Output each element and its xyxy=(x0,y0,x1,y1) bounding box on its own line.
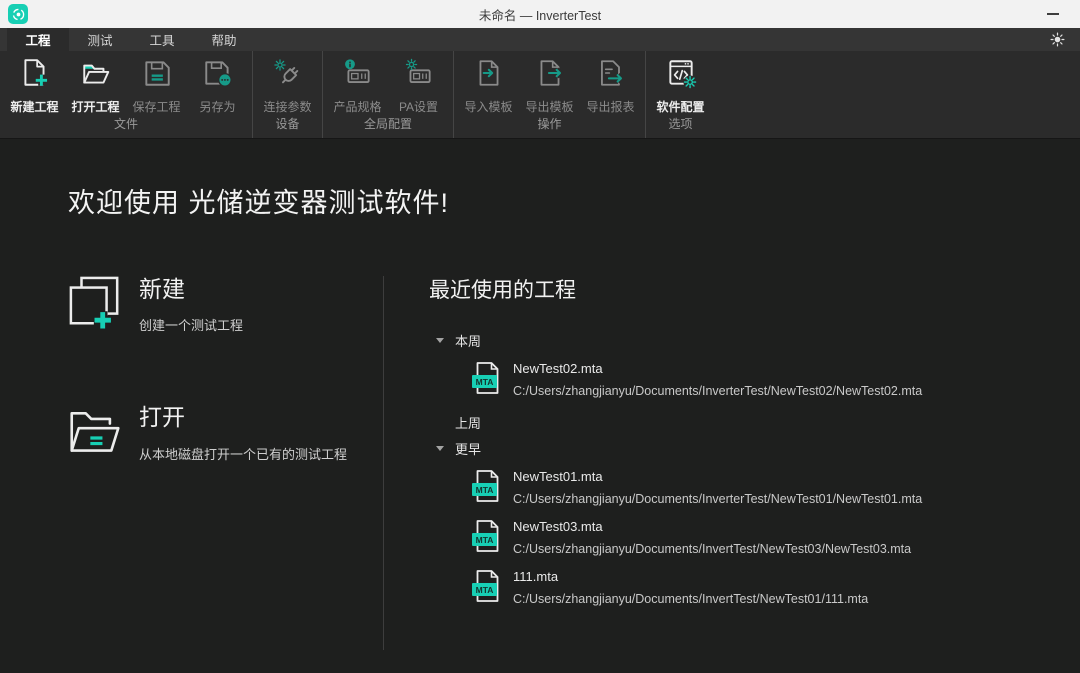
recent-file-path: C:/Users/zhangjianyu/Documents/InverterT… xyxy=(513,384,922,398)
ribbon-group-label-device: 设备 xyxy=(257,115,318,138)
recent-file-path: C:/Users/zhangjianyu/Documents/InvertTes… xyxy=(513,542,911,556)
tab-project[interactable]: 工程 xyxy=(7,28,69,51)
ribbon-tab-bar: 工程测试工具帮助 xyxy=(0,28,1080,51)
new-project-label: 新建工程 xyxy=(10,98,58,115)
sun-icon xyxy=(1050,32,1065,47)
import-template-icon xyxy=(473,57,505,89)
quick-actions: 新建 创建一个测试工程 打开 从本地磁盘打开一个已有的测试工程 xyxy=(68,274,383,531)
theme-toggle-button[interactable] xyxy=(1044,28,1070,51)
save-project-label: 保存工程 xyxy=(132,98,180,115)
pa-settings-button: PA设置 xyxy=(388,57,449,115)
pa-settings-label: PA设置 xyxy=(399,98,438,115)
recent-file-item[interactable]: MTA NewTest02.mta C:/Users/zhangjianyu/Doc… xyxy=(471,360,1080,398)
mta-badge-label: MTA xyxy=(472,583,497,596)
open-action-title: 打开 xyxy=(139,405,347,430)
recent-file-name: NewTest03.mta xyxy=(513,519,911,534)
software-config-button[interactable]: 软件配置 xyxy=(650,57,711,115)
new-project-button[interactable]: 新建工程 xyxy=(4,57,65,115)
product-spec-label: 产品规格 xyxy=(333,98,381,115)
export-report-label: 导出报表 xyxy=(586,98,634,115)
recent-section-this-week[interactable]: 本周 xyxy=(429,328,1080,352)
connection-params-label: 连接参数 xyxy=(263,98,311,115)
import-template-button: 导入模板 xyxy=(458,57,519,115)
save-project-icon xyxy=(141,57,173,89)
recent-file-name: NewTest01.mta xyxy=(513,469,922,484)
save-as-icon xyxy=(202,57,234,89)
tab-test[interactable]: 测试 xyxy=(69,28,131,51)
ribbon-group-label-file: 文件 xyxy=(4,115,248,138)
import-template-label: 导入模板 xyxy=(464,98,512,115)
recent-section-label: 上周 xyxy=(455,413,481,432)
recent-file-item[interactable]: MTA 111.mta C:/Users/zhangjianyu/Documents… xyxy=(471,568,1080,606)
export-template-button: 导出模板 xyxy=(519,57,580,115)
new-action-subtitle: 创建一个测试工程 xyxy=(139,315,243,334)
ribbon-group-file: 新建工程打开工程保存工程 另存为文件 xyxy=(0,51,253,138)
mta-badge-label: MTA xyxy=(472,483,497,496)
recent-section-earlier[interactable]: 更早 xyxy=(429,436,1080,460)
tab-tools[interactable]: 工具 xyxy=(131,28,193,51)
new-action-title: 新建 xyxy=(139,277,243,302)
ribbon-toolbar: 新建工程打开工程保存工程另存为文件连接参数设备产品规格PA设置全局配置导入模板导… xyxy=(0,51,1080,139)
open-project-action[interactable]: 打开 从本地磁盘打开一个已有的测试工程 xyxy=(68,402,383,462)
product-spec-icon xyxy=(342,57,374,89)
connection-params-icon xyxy=(272,57,304,89)
save-project-button: 保存工程 xyxy=(126,57,187,115)
mta-file-icon: MTA xyxy=(471,518,503,554)
ribbon-group-label-options: 选项 xyxy=(650,115,711,138)
new-project-big-icon xyxy=(68,274,122,332)
export-template-icon xyxy=(534,57,566,89)
recent-section-last-week[interactable]: 上周 xyxy=(429,410,1080,434)
mta-file-icon: MTA xyxy=(471,360,503,396)
ribbon-group-device: 连接参数设备 xyxy=(253,51,323,138)
app-window: 未命名 — InverterTest 工程测试工具帮助 新建工程打开工程保存工程… xyxy=(0,0,1080,673)
recent-file-item[interactable]: MTA NewTest01.mta C:/Users/zhangjianyu/Doc… xyxy=(471,468,1080,506)
open-project-big-icon xyxy=(68,402,122,460)
recent-projects-panel: 最近使用的工程 本周 MTA NewTest02.mta C:/Users/zhang… xyxy=(384,274,1080,618)
software-config-icon xyxy=(665,57,697,89)
title-bar: 未命名 — InverterTest xyxy=(0,0,1080,28)
chevron-down-icon xyxy=(429,446,455,451)
open-action-subtitle: 从本地磁盘打开一个已有的测试工程 xyxy=(139,444,347,463)
minimize-button[interactable] xyxy=(1036,0,1070,28)
software-config-label: 软件配置 xyxy=(656,98,704,115)
export-report-icon xyxy=(595,57,627,89)
recent-file-path: C:/Users/zhangjianyu/Documents/InvertTes… xyxy=(513,592,868,606)
welcome-heading: 欢迎使用 光储逆变器测试软件! xyxy=(68,181,1080,220)
ribbon-group-label-operations: 操作 xyxy=(458,115,641,138)
main-content: 欢迎使用 光储逆变器测试软件! 新建 创建一个测试工程 打开 从本地磁盘打开一个… xyxy=(0,139,1080,673)
recent-file-name: 111.mta xyxy=(513,569,868,584)
export-report-button: 导出报表 xyxy=(580,57,641,115)
export-template-label: 导出模板 xyxy=(525,98,573,115)
product-spec-button: 产品规格 xyxy=(327,57,388,115)
new-project-icon xyxy=(19,57,51,89)
recent-section-label: 本周 xyxy=(455,331,481,350)
recent-file-path: C:/Users/zhangjianyu/Documents/InverterT… xyxy=(513,492,922,506)
recent-projects-tree: 本周 MTA NewTest02.mta C:/Users/zhangjianyu/D… xyxy=(429,328,1080,606)
ribbon-group-options: 软件配置选项 xyxy=(646,51,715,138)
mta-file-icon: MTA xyxy=(471,468,503,504)
recent-file-item[interactable]: MTA NewTest03.mta C:/Users/zhangjianyu/Doc… xyxy=(471,518,1080,556)
chevron-down-icon xyxy=(429,338,455,343)
app-logo-icon xyxy=(8,4,28,24)
pa-settings-icon xyxy=(403,57,435,89)
mta-file-icon: MTA xyxy=(471,568,503,604)
mta-badge-label: MTA xyxy=(472,375,497,388)
mta-badge-label: MTA xyxy=(472,533,497,546)
save-as-button: 另存为 xyxy=(187,57,248,115)
save-as-label: 另存为 xyxy=(199,98,235,115)
ribbon-group-operations: 导入模板导出模板导出报表操作 xyxy=(454,51,646,138)
open-project-icon xyxy=(80,57,112,89)
open-project-button[interactable]: 打开工程 xyxy=(65,57,126,115)
recent-section-label: 更早 xyxy=(455,439,481,458)
tab-help[interactable]: 帮助 xyxy=(193,28,255,51)
connection-params-button: 连接参数 xyxy=(257,57,318,115)
recent-file-name: NewTest02.mta xyxy=(513,361,922,376)
minimize-icon xyxy=(1047,13,1059,15)
new-project-action[interactable]: 新建 创建一个测试工程 xyxy=(68,274,383,334)
recent-projects-heading: 最近使用的工程 xyxy=(429,274,1080,304)
open-project-label: 打开工程 xyxy=(71,98,119,115)
ribbon-group-label-global-config: 全局配置 xyxy=(327,115,449,138)
ribbon-group-global-config: 产品规格 PA设置全局配置 xyxy=(323,51,454,138)
window-title: 未命名 — InverterTest xyxy=(479,5,601,24)
